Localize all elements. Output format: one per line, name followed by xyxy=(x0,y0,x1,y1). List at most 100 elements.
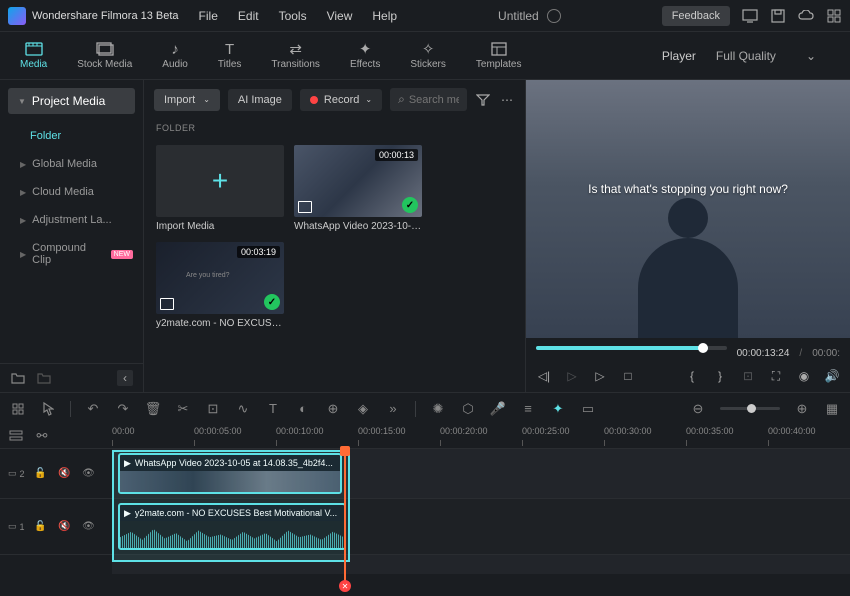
menu-help[interactable]: Help xyxy=(372,9,397,23)
lock-icon[interactable]: 🔓 xyxy=(33,466,49,482)
timeline-view-icon[interactable]: ▦ xyxy=(824,401,840,417)
snapshot-button[interactable]: ◉ xyxy=(796,368,812,384)
quality-select[interactable]: Full Quality ⌄ xyxy=(716,49,816,63)
track-settings-icon[interactable] xyxy=(8,428,24,444)
player-header: Player Full Quality ⌄ xyxy=(662,49,836,63)
mark-out-button[interactable]: } xyxy=(712,368,728,384)
import-button[interactable]: Import⌄ xyxy=(154,89,220,111)
search-input[interactable] xyxy=(409,94,459,106)
auto-beat-icon[interactable]: ✦ xyxy=(550,401,566,417)
zoom-slider[interactable] xyxy=(720,407,780,410)
tab-templates[interactable]: Templates xyxy=(470,37,528,74)
filter-icon[interactable] xyxy=(475,92,491,108)
folder-add-icon[interactable] xyxy=(10,370,26,386)
track-row xyxy=(0,554,850,574)
stop-button[interactable]: □ xyxy=(620,368,636,384)
lock-icon[interactable]: 🔓 xyxy=(33,519,49,535)
collapse-sidebar-icon[interactable]: ‹ xyxy=(117,370,133,386)
folder-icon[interactable] xyxy=(36,370,52,386)
playhead-delete-icon[interactable]: ✕ xyxy=(339,580,351,592)
track-body[interactable]: ▶y2mate.com - NO EXCUSES Best Motivation… xyxy=(112,499,850,554)
menu-edit[interactable]: Edit xyxy=(238,9,259,23)
delete-icon[interactable]: 🗑 xyxy=(145,401,161,417)
prev-frame-button[interactable]: ◁| xyxy=(536,368,552,384)
menu-view[interactable]: View xyxy=(327,9,353,23)
duration-badge: 00:00:13 xyxy=(375,149,418,161)
sidebar-item-compound-clip[interactable]: ▶Compound ClipNEW xyxy=(0,234,143,274)
search-wrap[interactable]: ⌕ xyxy=(390,88,467,111)
sidebar-footer: ‹ xyxy=(0,363,143,392)
tab-transitions[interactable]: ⇄ Transitions xyxy=(265,37,326,74)
visibility-icon[interactable]: 👁 xyxy=(81,519,97,535)
mute-icon[interactable]: 🔇 xyxy=(57,466,73,482)
monitor-icon[interactable] xyxy=(742,8,758,24)
voice-icon[interactable]: 🎤 xyxy=(490,401,506,417)
project-media-button[interactable]: ▼ Project Media xyxy=(8,88,135,114)
cloud-upload-icon[interactable] xyxy=(798,8,814,24)
visibility-icon[interactable]: 👁 xyxy=(81,466,97,482)
menubar: Wondershare Filmora 13 Beta File Edit To… xyxy=(0,0,850,32)
tab-titles[interactable]: T Titles xyxy=(212,37,248,74)
sidebar-item-adjustment-layer[interactable]: ▶Adjustment La... xyxy=(0,206,143,234)
timeline-ruler[interactable]: 00:00 00:00:05:00 00:00:10:00 00:00:15:0… xyxy=(112,424,850,448)
video-type-icon xyxy=(298,201,312,213)
mark-in-button[interactable]: { xyxy=(684,368,700,384)
zoom-in-icon[interactable]: ⊕ xyxy=(794,401,810,417)
media-item[interactable]: 00:00:13 ✓ WhatsApp Video 2023-10-05... xyxy=(294,145,422,232)
play-backward-button[interactable]: ▷ xyxy=(564,368,580,384)
feedback-button[interactable]: Feedback xyxy=(662,6,730,26)
color-icon[interactable]: ◐ xyxy=(295,401,311,417)
zoom-out-icon[interactable]: ⊖ xyxy=(690,401,706,417)
media-item[interactable]: Are you tired? 00:03:19 ✓ y2mate.com - N… xyxy=(156,242,284,329)
more-icon[interactable]: ⋯ xyxy=(499,92,515,108)
volume-button[interactable]: 🔊 xyxy=(824,368,840,384)
new-badge: NEW xyxy=(111,250,133,259)
timeline-clip[interactable]: ▶WhatsApp Video 2023-10-05 at 14.08.35_4… xyxy=(118,453,342,494)
player-progress[interactable] xyxy=(536,346,727,350)
menubar-center: Untitled xyxy=(397,9,662,23)
text-icon[interactable]: T xyxy=(265,401,281,417)
save-icon[interactable] xyxy=(770,8,786,24)
tab-audio[interactable]: ♪ Audio xyxy=(156,37,194,74)
green-screen-icon[interactable]: ⊕ xyxy=(325,401,341,417)
link-icon[interactable]: ⚯ xyxy=(34,428,50,444)
track-body[interactable]: ▶WhatsApp Video 2023-10-05 at 14.08.35_4… xyxy=(112,449,850,498)
keyframe-icon[interactable]: ◈ xyxy=(355,401,371,417)
menu-tools[interactable]: Tools xyxy=(279,9,307,23)
folder-label[interactable]: Folder xyxy=(0,122,143,150)
speed-icon[interactable]: ∿ xyxy=(235,401,251,417)
redo-icon[interactable]: ↷ xyxy=(115,401,131,417)
mute-icon[interactable]: 🔇 xyxy=(57,519,73,535)
crop-icon[interactable]: ⊡ xyxy=(205,401,221,417)
player-panel: Is that what's stopping you right now? 0… xyxy=(526,80,850,392)
apps-icon[interactable] xyxy=(826,8,842,24)
player-viewport[interactable]: Is that what's stopping you right now? xyxy=(526,80,850,338)
record-button[interactable]: Record⌄ xyxy=(300,89,382,111)
sidebar-item-cloud-media[interactable]: ▶Cloud Media xyxy=(0,178,143,206)
select-tool-icon[interactable] xyxy=(40,401,56,417)
split-icon[interactable]: ✂ xyxy=(175,401,191,417)
render-icon[interactable]: ▭ xyxy=(580,401,596,417)
tab-media[interactable]: Media xyxy=(14,37,53,74)
ai-image-button[interactable]: AI Image xyxy=(228,89,292,111)
audio-mix-icon[interactable]: ≡ xyxy=(520,401,536,417)
fullscreen-button[interactable]: ⛶ xyxy=(768,368,784,384)
more-tools-icon[interactable]: » xyxy=(385,401,401,417)
pointer-tool-icon[interactable] xyxy=(10,401,26,417)
undo-icon[interactable]: ↶ xyxy=(85,401,101,417)
import-media-card[interactable]: + Import Media xyxy=(156,145,284,232)
crop-button[interactable]: ⊡ xyxy=(740,368,756,384)
sync-status-icon[interactable] xyxy=(547,9,561,23)
adjust-icon[interactable]: ✺ xyxy=(430,401,446,417)
track-body[interactable] xyxy=(112,555,850,574)
playhead[interactable]: ✕ xyxy=(344,448,346,588)
menu-file[interactable]: File xyxy=(199,9,218,23)
timeline-clip[interactable]: ▶y2mate.com - NO EXCUSES Best Motivation… xyxy=(118,503,346,550)
play-button[interactable]: ▷ xyxy=(592,368,608,384)
tab-effects[interactable]: ✦ Effects xyxy=(344,37,386,74)
document-title[interactable]: Untitled xyxy=(498,9,539,23)
tab-stickers[interactable]: ✧ Stickers xyxy=(404,37,452,74)
marker-icon[interactable]: ⬡ xyxy=(460,401,476,417)
sidebar-item-global-media[interactable]: ▶Global Media xyxy=(0,150,143,178)
tab-stock-media[interactable]: Stock Media xyxy=(71,37,138,74)
